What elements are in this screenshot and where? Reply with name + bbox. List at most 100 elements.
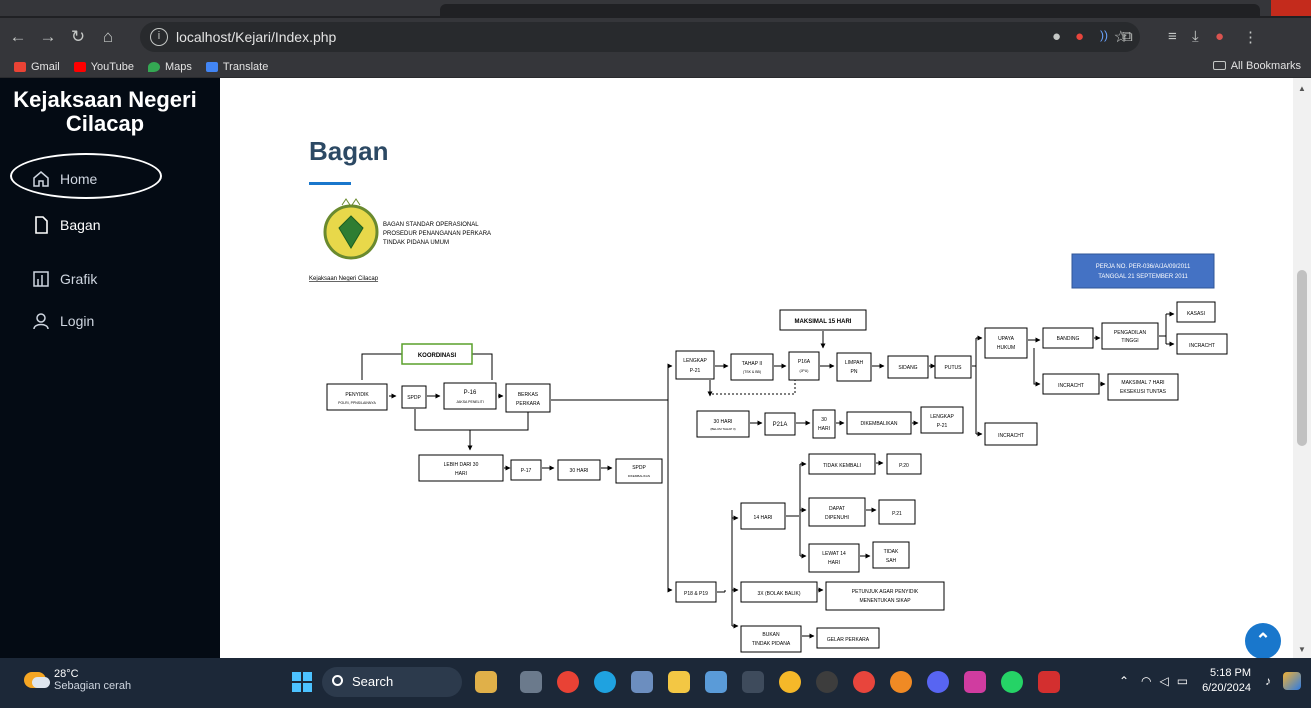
- sidebar-item-grafik[interactable]: Grafik: [32, 270, 97, 288]
- bookmark-gmail[interactable]: Gmail: [14, 61, 60, 73]
- site-info-icon[interactable]: i: [150, 28, 168, 46]
- whatsapp-icon[interactable]: [1001, 671, 1023, 693]
- photos-icon[interactable]: [705, 671, 727, 693]
- back-to-top-button[interactable]: ⌃: [1245, 623, 1281, 658]
- perja-line-1: PERJA NO. PER-036/A/JA/09/2011: [1096, 264, 1191, 270]
- weather-widget[interactable]: 28°C Sebagian cerah: [24, 668, 131, 692]
- tahap-ii-label: TAHAP II: [742, 361, 762, 367]
- reading-list-icon[interactable]: ≡: [1168, 28, 1177, 45]
- p16-label: P-16: [464, 390, 477, 396]
- spdp-kembali-sub: DIKEMBALIKAN: [628, 474, 650, 478]
- sidebar-item-label: Login: [60, 313, 95, 329]
- back-icon[interactable]: ←: [6, 27, 30, 47]
- reload-icon[interactable]: ↻: [66, 27, 90, 47]
- battery-icon[interactable]: ▭: [1177, 674, 1188, 688]
- pn-label: PN: [851, 369, 858, 375]
- bookmark-translate[interactable]: Translate: [205, 61, 268, 73]
- browser-tab[interactable]: [440, 4, 1260, 16]
- p17-label: P-17: [521, 468, 532, 474]
- bukan-label: BUKAN: [762, 632, 780, 638]
- copilot-icon[interactable]: [1283, 672, 1301, 690]
- file-explorer-icon[interactable]: [668, 671, 690, 693]
- chevron-up-icon[interactable]: ⌃: [1119, 674, 1129, 688]
- extension-audio-icon[interactable]: )): [1100, 28, 1108, 42]
- penyidik-sub: POLRI, PPNS/LAINNYA: [338, 401, 376, 405]
- weather-text: Sebagian cerah: [54, 680, 132, 692]
- app-icon-2[interactable]: [779, 671, 801, 693]
- clock[interactable]: 5:18 PM 6/20/2024: [1202, 666, 1251, 696]
- p16a-label: P16A: [798, 359, 811, 365]
- tidak-kembali-label: TIDAK KEMBALI: [823, 463, 861, 469]
- berkas-label-1: BERKAS: [518, 392, 539, 398]
- youtube-icon: [73, 61, 86, 72]
- p18-p19-label: P18 & P19: [684, 591, 708, 597]
- edge-icon[interactable]: [594, 671, 616, 693]
- koordinasi-label: KOORDINASI: [418, 353, 457, 359]
- 14-hari-label: 14 HARI: [754, 515, 773, 521]
- search-icon: [332, 675, 343, 686]
- org-caption: Kejaksaan Negeri Cilacap: [309, 276, 379, 282]
- home-browser-icon[interactable]: ⌂: [96, 27, 120, 47]
- sidebar-item-bagan[interactable]: Bagan: [32, 216, 100, 234]
- extension-globe-icon[interactable]: ●: [1052, 28, 1061, 45]
- extension-record-icon[interactable]: ●: [1075, 28, 1084, 45]
- bookmark-youtube[interactable]: YouTube: [73, 61, 134, 73]
- dipenuhi-label: DIPENUHI: [825, 515, 849, 521]
- download-icon[interactable]: ⤓: [1192, 28, 1199, 45]
- highlight-ellipse: [10, 153, 162, 199]
- sidebar-item-label: Grafik: [60, 271, 98, 287]
- user-icon: [32, 312, 50, 330]
- volume-icon[interactable]: ◁: [1159, 674, 1168, 688]
- discord-icon[interactable]: [927, 671, 949, 693]
- scrollbar-thumb[interactable]: [1297, 270, 1307, 446]
- menu-kebab-icon[interactable]: ⋮: [1243, 28, 1258, 46]
- incracht-label-2: INCRACHT: [1058, 383, 1084, 389]
- eksekusi-label: EKSEKUSI TUNTAS: [1120, 389, 1167, 395]
- dapat-label: DAPAT: [829, 506, 845, 512]
- penyidik-label: PENYIDIK: [345, 392, 369, 398]
- all-bookmarks-button[interactable]: All Bookmarks: [1212, 60, 1301, 72]
- chrome-icon[interactable]: [557, 671, 579, 693]
- sidebar-item-login[interactable]: Login: [32, 312, 94, 330]
- taskbar-search[interactable]: Search: [322, 667, 462, 697]
- brand-title[interactable]: Kejaksaan Negeri Cilacap: [10, 88, 200, 136]
- widgets-app-icon[interactable]: [475, 671, 497, 693]
- wifi-icon[interactable]: ◠: [1141, 674, 1151, 688]
- app-icon-4[interactable]: [890, 671, 912, 693]
- perja-line-2: TANGGAL 21 SEPTEMBER 2011: [1098, 274, 1188, 280]
- file-icon: [32, 216, 50, 234]
- sidang-label: SIDANG: [898, 365, 917, 371]
- app-icon-3[interactable]: [853, 671, 875, 693]
- spdp-label: SPDP: [407, 395, 421, 401]
- windows-taskbar: 28°C Sebagian cerah Search ⌃ ◠ ◁ ▭ 5:18 …: [0, 658, 1311, 708]
- store-icon[interactable]: [742, 671, 764, 693]
- bookmark-maps[interactable]: Maps: [147, 61, 192, 73]
- sidebar-item-label: Bagan: [60, 217, 101, 233]
- forward-icon[interactable]: →: [36, 27, 60, 47]
- p16-sub: JAKSA PENELITI: [456, 400, 483, 404]
- extensions-puzzle-icon[interactable]: ⧉: [1122, 28, 1133, 45]
- acrobat-icon[interactable]: [1038, 671, 1060, 693]
- close-window-button[interactable]: [1271, 0, 1311, 16]
- profile-avatar-icon[interactable]: ●: [1215, 28, 1224, 45]
- chart-icon: [32, 270, 50, 288]
- petunjuk-label-2: MENENTUKAN SIKAP: [859, 598, 911, 604]
- media-player-icon[interactable]: [816, 671, 838, 693]
- task-view-icon[interactable]: [520, 671, 542, 693]
- diagram-header-line-1: BAGAN STANDAR OPERASIONAL: [383, 222, 479, 228]
- url-input[interactable]: i localhost/Kejari/Index.php ☆: [140, 22, 1140, 52]
- app-icon-1[interactable]: [631, 671, 653, 693]
- bolak-balik-label: 3X (BOLAK BALIK): [757, 591, 800, 597]
- start-icon[interactable]: [292, 672, 312, 692]
- scroll-up-icon[interactable]: ▲: [1298, 84, 1306, 93]
- maksimal-15-hari-label: MAKSIMAL 15 HARI: [795, 319, 852, 325]
- notification-bell-icon[interactable]: ♪: [1265, 674, 1271, 688]
- page-scrollbar[interactable]: ▲ ▼: [1293, 78, 1311, 658]
- app-icon-5[interactable]: [964, 671, 986, 693]
- scroll-down-icon[interactable]: ▼: [1298, 645, 1306, 654]
- spdp-kembali-label: SPDP: [632, 465, 646, 471]
- kejaksaan-logo-icon: [323, 198, 379, 260]
- perja-box: [1071, 253, 1215, 289]
- berkas-label-2: PERKARA: [516, 401, 541, 407]
- lebih-30-label-1: LEBIH DARI 30: [444, 462, 479, 468]
